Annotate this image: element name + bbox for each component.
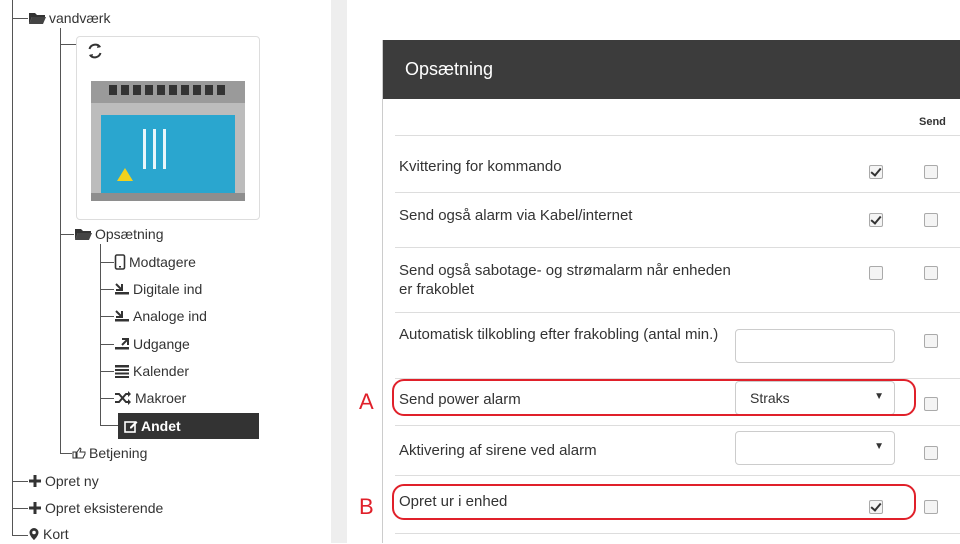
annotation-label-b: B: [359, 494, 374, 519]
tree-node-outputs[interactable]: Udgange: [114, 334, 190, 354]
row-divider: [395, 475, 960, 476]
panel-header: Opsætning: [383, 40, 960, 99]
settings-tree: vandværk Opsætning Modtagere Digitale in…: [0, 0, 330, 543]
plus-icon: [28, 474, 42, 488]
checkbox-command-ack[interactable]: [869, 165, 883, 179]
siren-activation-select[interactable]: ▼: [735, 431, 895, 465]
tree-node-macros[interactable]: Makroer: [114, 388, 186, 408]
panel-divider: [331, 0, 347, 543]
tree-node-root[interactable]: vandværk: [28, 8, 110, 28]
send-checkbox-auto-arm[interactable]: [924, 334, 938, 348]
map-marker-icon: [28, 527, 40, 541]
tree-node-setup[interactable]: Opsætning: [74, 224, 163, 244]
annotation-label-a: A: [359, 389, 374, 414]
mobile-phone-icon: [114, 254, 126, 270]
row-divider: [395, 425, 960, 426]
annotation-box-a: [392, 379, 916, 416]
tree-node-calendar[interactable]: Kalender: [114, 361, 189, 381]
folder-open-icon: [28, 11, 46, 25]
send-checkbox-alarm-cable[interactable]: [924, 213, 938, 227]
device-image: [87, 71, 249, 216]
input-arrow-icon: [114, 282, 130, 296]
row-divider: [395, 135, 960, 136]
tree-node-operation[interactable]: Betjening: [72, 443, 147, 463]
hand-pointer-icon: [72, 447, 86, 459]
row-divider: [395, 192, 960, 193]
shuffle-icon: [114, 391, 132, 405]
row-label-siren-activation: Aktivering af sirene ved alarm: [399, 442, 597, 459]
tree-node-other-active[interactable]: Andet: [118, 413, 259, 439]
row-divider: [395, 312, 960, 313]
dropdown-arrow-icon: ▼: [874, 441, 884, 452]
send-checkbox-command-ack[interactable]: [924, 165, 938, 179]
send-checkbox-power-alarm[interactable]: [924, 397, 938, 411]
tree-node-create-new[interactable]: Opret ny: [28, 471, 99, 491]
row-label-auto-arm: Automatisk tilkobling efter frakobling (…: [399, 326, 719, 343]
output-arrow-icon: [114, 337, 130, 351]
row-label-alarm-cable: Send også alarm via Kabel/internet: [399, 207, 633, 224]
plus-icon: [28, 501, 42, 515]
refresh-icon[interactable]: [85, 41, 105, 61]
annotation-box-b: [392, 484, 916, 520]
auto-arm-minutes-input[interactable]: [735, 329, 895, 363]
input-arrow-icon: [114, 309, 130, 323]
tree-node-analog-inputs[interactable]: Analoge ind: [114, 306, 207, 326]
row-label-sabotage-alarm: Send også sabotage- og strømalarm når en…: [399, 262, 731, 298]
tree-node-receivers[interactable]: Modtagere: [114, 252, 196, 272]
tree-node-create-existing[interactable]: Opret eksisterende: [28, 498, 163, 518]
send-checkbox-siren-activation[interactable]: [924, 446, 938, 460]
tree-node-map[interactable]: Kort: [28, 524, 69, 544]
folder-open-icon: [74, 227, 92, 241]
edit-icon: [124, 419, 138, 433]
row-label-command-ack: Kvittering for kommando: [399, 158, 562, 175]
send-checkbox-create-clock[interactable]: [924, 500, 938, 514]
send-checkbox-sabotage-alarm[interactable]: [924, 266, 938, 280]
panel-title: Opsætning: [405, 59, 494, 79]
device-thumbnail[interactable]: [76, 36, 260, 220]
row-divider: [395, 533, 960, 534]
column-header-send: Send: [919, 116, 946, 128]
calendar-icon: [114, 364, 130, 378]
setup-panel: Opsætning Send Kvittering for kommando S…: [382, 40, 960, 543]
tree-node-digital-inputs[interactable]: Digitale ind: [114, 279, 202, 299]
checkbox-alarm-cable[interactable]: [869, 213, 883, 227]
checkbox-sabotage-alarm[interactable]: [869, 266, 883, 280]
row-divider: [395, 247, 960, 248]
